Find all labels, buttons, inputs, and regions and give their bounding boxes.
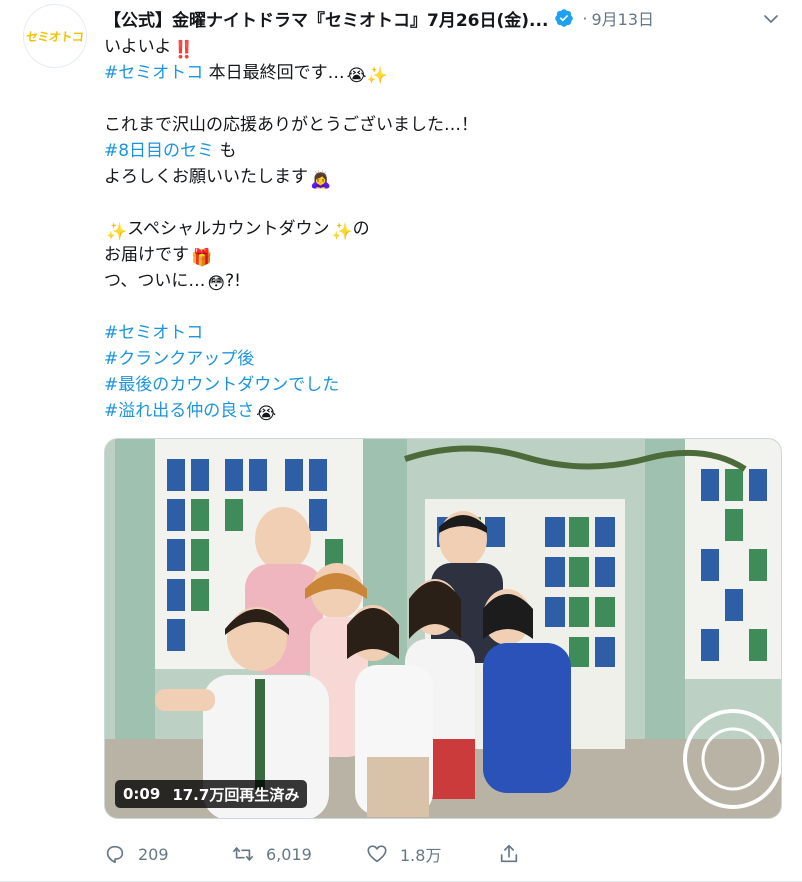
text-line: #セミオトコ 本日最終回です… 😭✨: [104, 60, 784, 86]
hashtag-link[interactable]: #溢れ出る仲の良さ: [104, 401, 254, 421]
bowing-emoji: 🙇‍♀️: [310, 170, 332, 190]
hashtag-link[interactable]: #最後のカウントダウンでした: [104, 375, 339, 395]
video-thumbnail: [105, 439, 781, 818]
text-line: #最後のカウントダウンでした: [104, 372, 784, 398]
author-name[interactable]: 【公式】金曜ナイトドラマ『セミオトコ』7月26日(金)...: [104, 6, 548, 31]
text-line: これまで沢山の応援ありがとうございました…！: [104, 115, 478, 135]
text-line: #クランクアップ後: [104, 346, 784, 372]
hashtag-link[interactable]: #8日目のセミ: [104, 141, 214, 161]
reply-count: 209: [138, 844, 169, 864]
hashtag-link[interactable]: #セミオトコ: [104, 63, 203, 83]
video-duration-badge: 0:09 17.7万回再生済み: [115, 780, 308, 808]
share-button[interactable]: [498, 840, 532, 868]
video-duration: 0:09: [123, 785, 161, 803]
tweet: セミオトコ 【公式】金曜ナイトドラマ『セミオトコ』7月26日(金)... · 9…: [0, 0, 802, 882]
share-icon: [500, 844, 518, 863]
flushed-face-emoji: 😳: [207, 274, 226, 294]
tweet-header: 【公式】金曜ナイトドラマ『セミオトコ』7月26日(金)... · 9月13日: [104, 6, 655, 31]
video-view-count: 17.7万回再生済み: [172, 785, 300, 804]
crying-sparkles-emoji: 😭✨: [346, 66, 388, 86]
like-button[interactable]: 1.8万: [366, 840, 441, 868]
text-line: お届けです 🎁: [104, 242, 784, 268]
video-player[interactable]: 0:09 17.7万回再生済み: [104, 438, 782, 819]
reply-button[interactable]: 209: [104, 840, 169, 868]
tweet-text: いよいよ ‼️ #セミオトコ 本日最終回です… 😭✨ これまで沢山の応援ありがとうご…: [104, 34, 784, 424]
heart-icon: [367, 845, 387, 863]
retweet-icon: [233, 847, 253, 861]
text-line: #セミオトコ: [104, 320, 784, 346]
text-line: #溢れ出る仲の良さ 😭: [104, 398, 784, 424]
header-separator: ·: [582, 8, 588, 28]
text-line: #8日目のセミ も: [104, 141, 237, 161]
text-line: つ、ついに… 😳?!: [104, 268, 784, 294]
retweet-count: 6,019: [266, 844, 312, 864]
avatar[interactable]: セミオトコ: [23, 4, 87, 68]
text-line: ✨スペシャルカウントダウン ✨の: [104, 216, 784, 242]
chevron-down-icon[interactable]: [762, 10, 780, 28]
reply-icon: [106, 845, 124, 864]
text-line: いよいよ ‼️: [104, 34, 784, 60]
crying-face-emoji: 😭: [256, 404, 277, 424]
verified-badge-icon: [555, 9, 574, 27]
avatar-logo: セミオトコ: [25, 29, 85, 44]
text-line: よろしくお願いいたします 🙇‍♀️: [104, 164, 784, 190]
hashtag-link[interactable]: #セミオトコ: [104, 323, 203, 343]
sparkles-emoji: ✨: [331, 222, 353, 242]
retweet-button[interactable]: 6,019: [232, 840, 312, 868]
timestamp[interactable]: 9月13日: [592, 6, 655, 30]
tweet-actions: 209 6,019 1.8万: [104, 840, 544, 868]
like-count: 1.8万: [400, 846, 442, 865]
hashtag-link[interactable]: #クランクアップ後: [104, 349, 254, 369]
